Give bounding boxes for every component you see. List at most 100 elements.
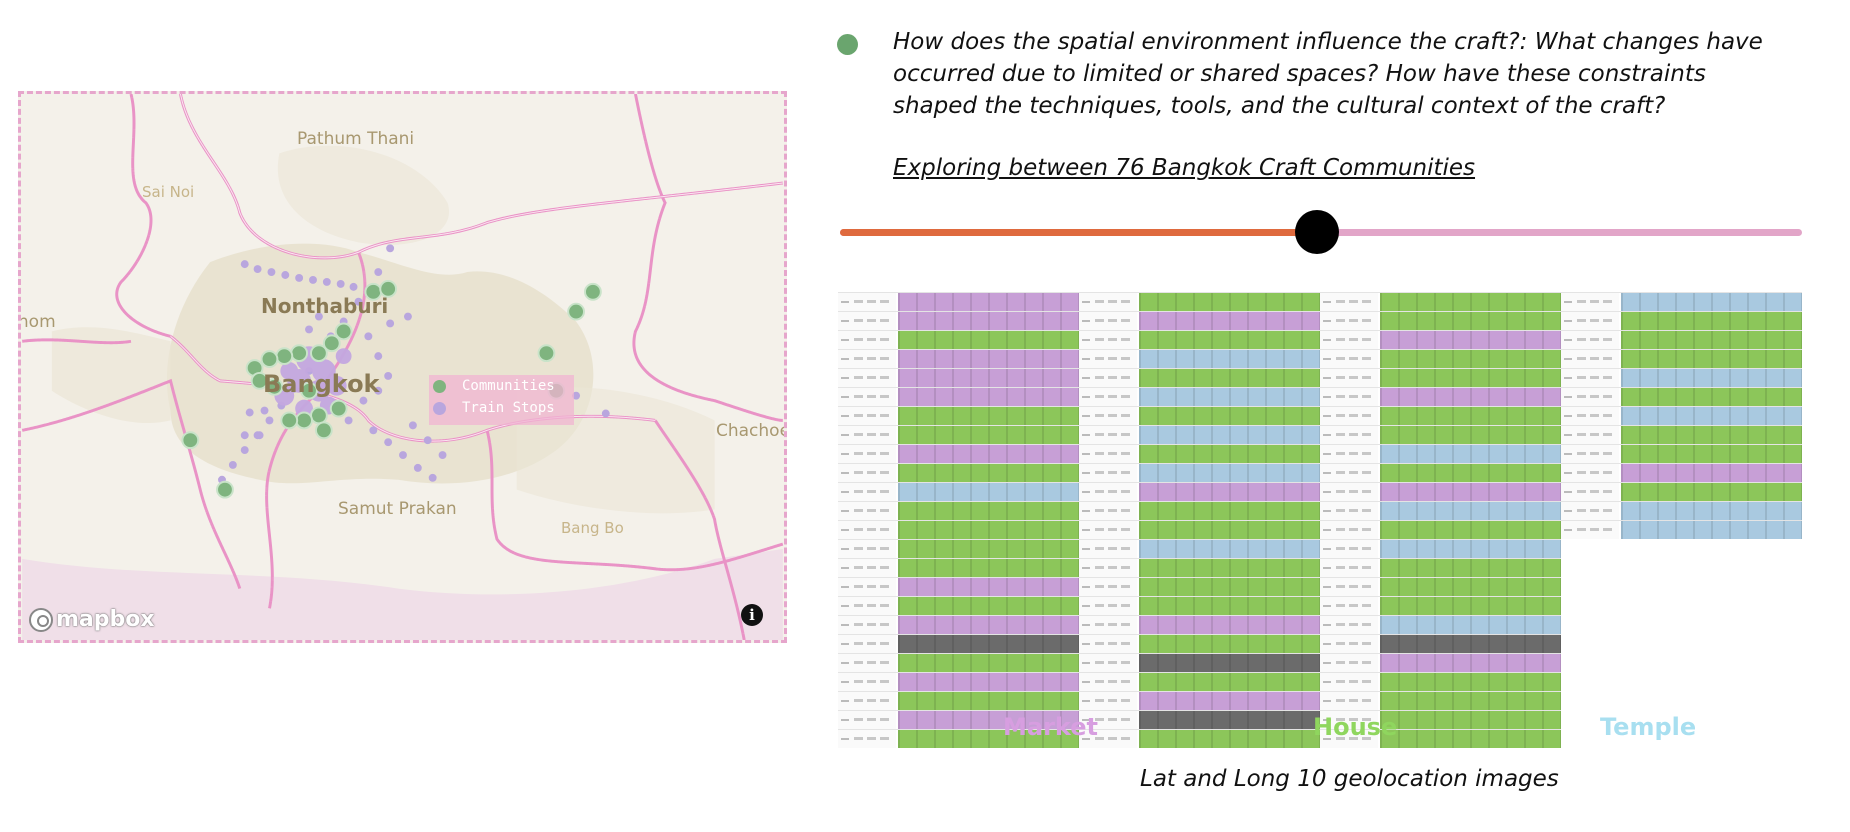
image-row[interactable] — [1320, 349, 1561, 368]
image-row[interactable] — [838, 539, 1079, 558]
image-row[interactable] — [1079, 520, 1320, 539]
image-strip — [1139, 331, 1320, 349]
image-row[interactable] — [1561, 444, 1802, 463]
row-metadata — [1079, 616, 1137, 634]
image-row[interactable] — [1561, 330, 1802, 349]
image-row[interactable] — [838, 691, 1079, 710]
image-row[interactable] — [1079, 539, 1320, 558]
image-row[interactable] — [1561, 501, 1802, 520]
image-row[interactable] — [1079, 444, 1320, 463]
image-strip — [1139, 578, 1320, 596]
image-row[interactable] — [838, 672, 1079, 691]
image-row[interactable] — [1079, 729, 1320, 748]
image-row[interactable] — [1320, 558, 1561, 577]
image-row[interactable] — [838, 330, 1079, 349]
image-row[interactable] — [1320, 387, 1561, 406]
image-strip — [1139, 445, 1320, 463]
map-canvas[interactable] — [21, 94, 784, 640]
image-strip — [1380, 521, 1561, 539]
image-row[interactable] — [1079, 634, 1320, 653]
image-row[interactable] — [1079, 425, 1320, 444]
image-strip — [898, 692, 1079, 710]
image-row[interactable] — [1320, 539, 1561, 558]
slider-thumb[interactable] — [1295, 210, 1339, 254]
image-row[interactable] — [838, 368, 1079, 387]
image-row[interactable] — [1320, 501, 1561, 520]
image-row[interactable] — [1561, 311, 1802, 330]
image-row[interactable] — [838, 349, 1079, 368]
image-row[interactable] — [1079, 558, 1320, 577]
image-row[interactable] — [1079, 691, 1320, 710]
image-strip — [898, 635, 1079, 653]
image-row[interactable] — [1561, 482, 1802, 501]
image-row[interactable] — [1079, 349, 1320, 368]
image-row[interactable] — [838, 463, 1079, 482]
image-row[interactable] — [1320, 444, 1561, 463]
image-row[interactable] — [1561, 387, 1802, 406]
image-row[interactable] — [838, 311, 1079, 330]
map-panel[interactable]: Pathum Thani Sai Noi Nonthaburi Bangkok … — [18, 91, 787, 643]
image-row[interactable] — [1320, 672, 1561, 691]
image-row[interactable] — [1561, 349, 1802, 368]
image-row[interactable] — [1079, 292, 1320, 311]
image-row[interactable] — [1561, 292, 1802, 311]
image-row[interactable] — [838, 482, 1079, 501]
image-row[interactable] — [838, 444, 1079, 463]
geolocation-image-grid — [838, 292, 1802, 748]
image-row[interactable] — [838, 634, 1079, 653]
timeline-slider[interactable] — [840, 209, 1802, 255]
image-row[interactable] — [1561, 368, 1802, 387]
image-row[interactable] — [838, 501, 1079, 520]
image-row[interactable] — [1320, 653, 1561, 672]
image-row[interactable] — [1320, 615, 1561, 634]
image-row[interactable] — [1320, 520, 1561, 539]
image-row[interactable] — [838, 520, 1079, 539]
row-metadata — [1320, 521, 1378, 539]
image-row[interactable] — [1561, 520, 1802, 539]
image-row[interactable] — [1561, 406, 1802, 425]
exploring-link[interactable]: Exploring between 76 Bangkok Craft Commu… — [893, 155, 1475, 181]
image-row[interactable] — [838, 596, 1079, 615]
image-row[interactable] — [1079, 311, 1320, 330]
image-row[interactable] — [1079, 501, 1320, 520]
image-row[interactable] — [1320, 691, 1561, 710]
image-row[interactable] — [1079, 596, 1320, 615]
image-row[interactable] — [838, 615, 1079, 634]
image-row[interactable] — [1320, 330, 1561, 349]
image-row[interactable] — [838, 406, 1079, 425]
image-row[interactable] — [838, 558, 1079, 577]
image-row[interactable] — [838, 577, 1079, 596]
image-row[interactable] — [1561, 425, 1802, 444]
info-icon[interactable]: i — [741, 604, 763, 626]
image-row[interactable] — [838, 653, 1079, 672]
image-row[interactable] — [1079, 368, 1320, 387]
image-row[interactable] — [1079, 653, 1320, 672]
image-row[interactable] — [1079, 387, 1320, 406]
image-row[interactable] — [1079, 406, 1320, 425]
image-row[interactable] — [1079, 482, 1320, 501]
image-row[interactable] — [1320, 577, 1561, 596]
image-strip — [1621, 483, 1802, 501]
image-row[interactable] — [1079, 672, 1320, 691]
image-row[interactable] — [1079, 710, 1320, 729]
mapbox-logo[interactable]: mapbox — [29, 607, 155, 632]
image-row[interactable] — [1320, 463, 1561, 482]
image-row[interactable] — [838, 425, 1079, 444]
image-row[interactable] — [838, 387, 1079, 406]
image-row[interactable] — [1320, 634, 1561, 653]
image-row[interactable] — [1320, 368, 1561, 387]
image-row[interactable] — [1079, 330, 1320, 349]
community — [275, 347, 294, 366]
image-row[interactable] — [1320, 482, 1561, 501]
image-row[interactable] — [1320, 406, 1561, 425]
image-row[interactable] — [1079, 615, 1320, 634]
image-row[interactable] — [1320, 425, 1561, 444]
image-row[interactable] — [838, 292, 1079, 311]
image-row[interactable] — [1320, 292, 1561, 311]
row-metadata — [1561, 483, 1619, 501]
image-row[interactable] — [1079, 577, 1320, 596]
image-row[interactable] — [1320, 311, 1561, 330]
image-row[interactable] — [1079, 463, 1320, 482]
image-row[interactable] — [1561, 463, 1802, 482]
image-row[interactable] — [1320, 596, 1561, 615]
